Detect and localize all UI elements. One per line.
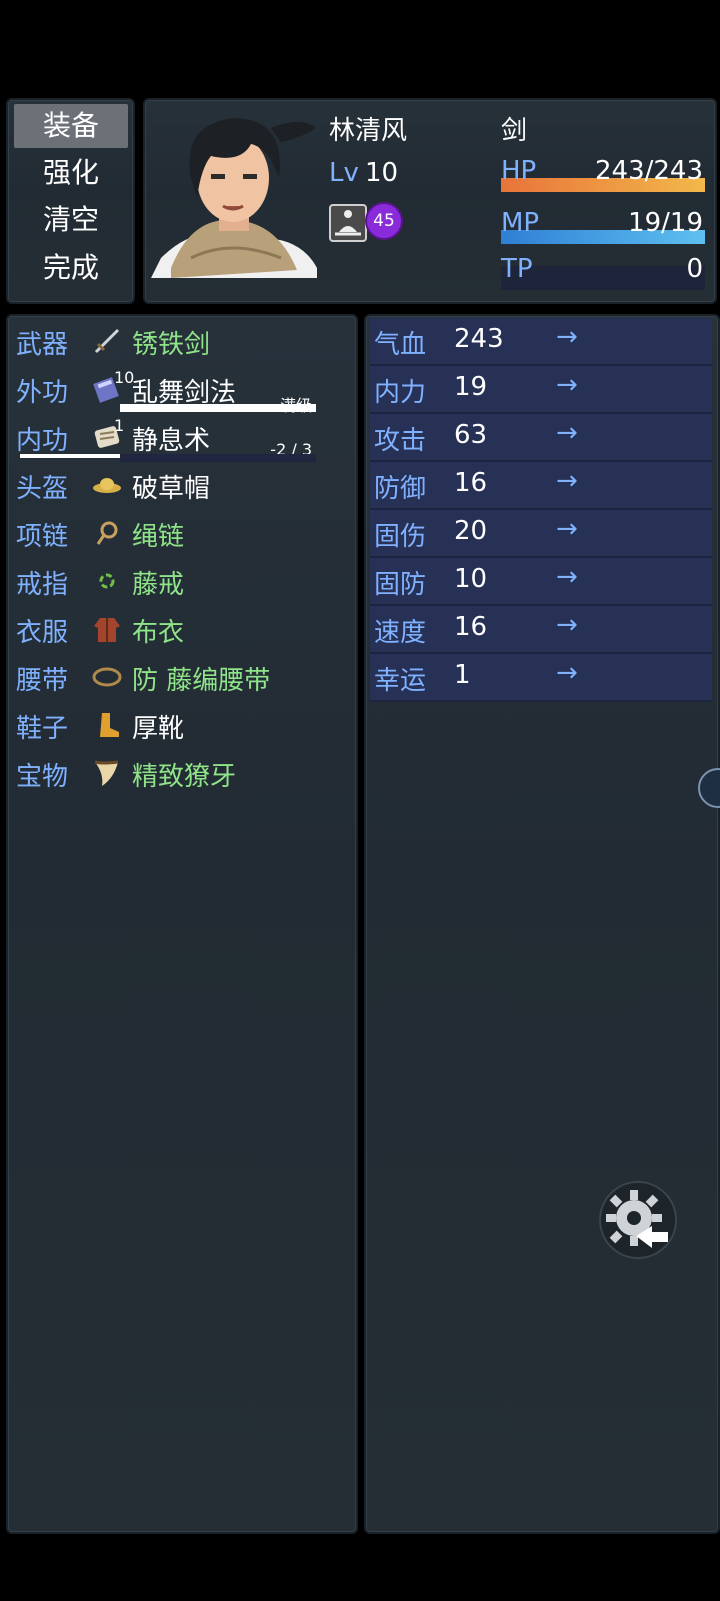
param-value: 16 bbox=[454, 468, 488, 498]
item-name: 布衣 bbox=[132, 618, 185, 648]
sword-icon bbox=[92, 326, 122, 356]
slot-name: 衣服 bbox=[16, 618, 69, 648]
param-name: 防御 bbox=[374, 474, 427, 504]
right-arrow-icon: → bbox=[556, 514, 578, 544]
right-arrow-icon: → bbox=[556, 322, 578, 352]
mp-value: 19/19 bbox=[628, 208, 703, 238]
actor-class: 剑 bbox=[501, 116, 528, 146]
cmd-equip[interactable]: 装备 bbox=[14, 104, 128, 148]
item-name: 绳链 bbox=[132, 522, 185, 552]
slot-name: 项链 bbox=[16, 522, 69, 552]
param-row-speed: 速度 16 → bbox=[370, 606, 712, 654]
skill-progress-bar bbox=[120, 454, 316, 462]
slot-name: 戒指 bbox=[16, 570, 69, 600]
slot-row-ring[interactable]: 戒指 藤戒 bbox=[16, 558, 356, 604]
param-row-defense: 防御 16 → bbox=[370, 462, 712, 510]
fang-icon bbox=[92, 758, 122, 788]
actor-status-window: 林清风 剑 Lv 10 45 HP 243/243 MP 19/19 TP 0 bbox=[143, 98, 717, 304]
skill-level: 1 bbox=[114, 416, 125, 435]
meditation-state-icon bbox=[329, 204, 367, 242]
param-name: 固伤 bbox=[374, 522, 427, 552]
param-row-mp: 内力 19 → bbox=[370, 366, 712, 414]
right-arrow-icon: → bbox=[556, 370, 578, 400]
rope-necklace-icon bbox=[92, 518, 122, 548]
slot-row-clothes[interactable]: 衣服 布衣 bbox=[16, 606, 356, 652]
slot-name: 外功 bbox=[16, 378, 69, 408]
ring-icon bbox=[92, 566, 122, 596]
param-name: 气血 bbox=[374, 330, 427, 360]
right-arrow-icon: → bbox=[556, 418, 578, 448]
slot-name: 腰带 bbox=[16, 666, 69, 696]
param-window: 气血 243 → 内力 19 → 攻击 63 → 防御 16 → 固伤 20 →… bbox=[364, 314, 720, 1534]
slot-row-weapon[interactable]: 武器 锈铁剑 bbox=[16, 318, 356, 364]
param-value: 19 bbox=[454, 372, 488, 402]
robe-icon bbox=[92, 614, 122, 644]
slot-name: 鞋子 bbox=[16, 714, 69, 744]
actor-name: 林清风 bbox=[329, 116, 408, 146]
item-name: 厚靴 bbox=[132, 714, 185, 744]
param-name: 固防 bbox=[374, 570, 427, 600]
item-name: 防 藤编腰带 bbox=[132, 666, 271, 696]
slot-row-necklace[interactable]: 项链 绳链 bbox=[16, 510, 356, 556]
command-window: 装备 强化 清空 完成 bbox=[6, 98, 135, 304]
slot-row-treasure[interactable]: 宝物 精致獠牙 bbox=[16, 750, 356, 796]
slot-row-shoes[interactable]: 鞋子 厚靴 bbox=[16, 702, 356, 748]
right-arrow-icon: → bbox=[556, 610, 578, 640]
mp-label: MP bbox=[501, 208, 540, 238]
param-row-hp: 气血 243 → bbox=[370, 318, 712, 366]
item-name: 藤戒 bbox=[132, 570, 185, 600]
right-arrow-icon: → bbox=[556, 562, 578, 592]
slot-name: 武器 bbox=[16, 330, 69, 360]
tp-gauge: TP 0 bbox=[501, 250, 705, 290]
straw-hat-icon bbox=[92, 470, 122, 500]
param-name: 攻击 bbox=[374, 426, 427, 456]
tp-value: 0 bbox=[686, 254, 703, 284]
slot-row-external-skill[interactable]: 外功 10 乱舞剑法 满级 bbox=[16, 366, 356, 415]
cmd-clear[interactable]: 清空 bbox=[14, 198, 128, 242]
level-label: Lv bbox=[329, 158, 359, 188]
param-value: 1 bbox=[454, 660, 471, 690]
gear-back-icon bbox=[599, 1181, 677, 1259]
param-value: 20 bbox=[454, 516, 488, 546]
item-name: 锈铁剑 bbox=[132, 330, 211, 360]
equip-slot-window: 武器 锈铁剑 外功 10 乱舞剑法 满级 内功 1 静息术 -2 / 3 头盔 … bbox=[6, 314, 358, 1534]
level-value: 10 bbox=[365, 158, 399, 188]
boot-icon bbox=[92, 710, 122, 740]
param-name: 速度 bbox=[374, 618, 427, 648]
param-value: 16 bbox=[454, 612, 488, 642]
hp-gauge: HP 243/243 bbox=[501, 152, 705, 192]
item-name: 精致獠牙 bbox=[132, 762, 237, 792]
hp-value: 243/243 bbox=[594, 156, 703, 186]
slot-row-belt[interactable]: 腰带 防 藤编腰带 bbox=[16, 654, 356, 700]
cmd-done[interactable]: 完成 bbox=[14, 246, 128, 290]
hp-label: HP bbox=[501, 156, 537, 186]
param-value: 63 bbox=[454, 420, 488, 450]
slot-row-internal-skill[interactable]: 内功 1 静息术 -2 / 3 bbox=[16, 414, 356, 462]
actor-portrait bbox=[151, 108, 317, 278]
skill-progress-bar bbox=[120, 404, 316, 412]
belt-icon bbox=[92, 662, 122, 692]
param-name: 幸运 bbox=[374, 666, 427, 696]
buff-badge: 45 bbox=[367, 204, 401, 238]
item-name: 破草帽 bbox=[132, 474, 211, 504]
tp-label: TP bbox=[501, 254, 533, 284]
param-row-fixed-damage: 固伤 20 → bbox=[370, 510, 712, 558]
param-row-fixed-defense: 固防 10 → bbox=[370, 558, 712, 606]
param-value: 243 bbox=[454, 324, 504, 354]
selection-underline bbox=[20, 454, 126, 458]
param-name: 内力 bbox=[374, 378, 427, 408]
cmd-optimize[interactable]: 强化 bbox=[14, 151, 128, 195]
param-row-luck: 幸运 1 → bbox=[370, 654, 712, 702]
mp-gauge: MP 19/19 bbox=[501, 204, 705, 244]
slot-row-helmet[interactable]: 头盔 破草帽 bbox=[16, 462, 356, 508]
param-row-attack: 攻击 63 → bbox=[370, 414, 712, 462]
right-arrow-icon: → bbox=[556, 466, 578, 496]
settings-back-button[interactable] bbox=[596, 1178, 680, 1262]
right-arrow-icon: → bbox=[556, 658, 578, 688]
item-name: 静息术 bbox=[132, 426, 211, 456]
slot-name: 宝物 bbox=[16, 762, 69, 792]
param-value: 10 bbox=[454, 564, 488, 594]
slot-name: 内功 bbox=[16, 426, 69, 456]
slot-name: 头盔 bbox=[16, 474, 69, 504]
